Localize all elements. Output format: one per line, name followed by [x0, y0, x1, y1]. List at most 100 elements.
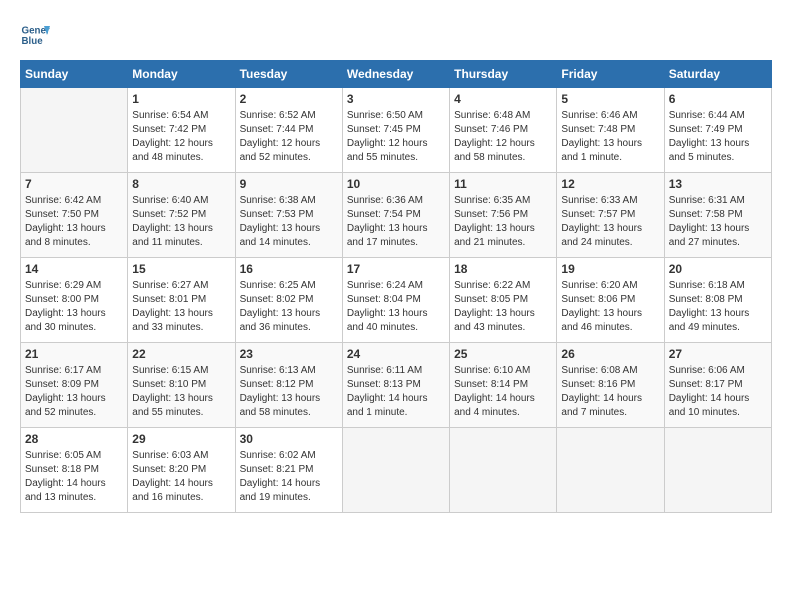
column-header-saturday: Saturday	[664, 61, 771, 88]
calendar-cell: 23Sunrise: 6:13 AM Sunset: 8:12 PM Dayli…	[235, 343, 342, 428]
day-info: Sunrise: 6:11 AM Sunset: 8:13 PM Dayligh…	[347, 364, 445, 420]
calendar-cell: 14 Sunrise: 6:29 AM Sunset: 8:00 PM Dayli…	[21, 258, 128, 343]
column-header-thursday: Thursday	[450, 61, 557, 88]
day-info: Sunrise: 6:24 AM Sunset: 8:04 PM Dayligh…	[347, 279, 445, 335]
day-info: Sunrise: 6:27 AM Sunset: 8:01 PM Dayligh…	[132, 279, 230, 335]
calendar-cell: 15 Sunrise: 6:27 AM Sunset: 8:01 PM Dayli…	[128, 258, 235, 343]
day-info: Sunrise: 6:22 AM Sunset: 8:05 PM Dayligh…	[454, 279, 552, 335]
column-header-tuesday: Tuesday	[235, 61, 342, 88]
day-number: 14	[25, 262, 123, 276]
day-info: Sunrise: 6:48 AM Sunset: 7:46 PM Dayligh…	[454, 109, 552, 165]
day-number: 17	[347, 262, 445, 276]
calendar-cell	[664, 428, 771, 513]
calendar-cell: 3Sunrise: 6:50 AM Sunset: 7:45 PM Daylig…	[342, 88, 449, 173]
day-info: Sunrise: 6:20 AM Sunset: 8:06 PM Dayligh…	[561, 279, 659, 335]
calendar-cell: 25Sunrise: 6:10 AM Sunset: 8:14 PM Dayli…	[450, 343, 557, 428]
calendar-cell	[450, 428, 557, 513]
day-info: Sunrise: 6:05 AM Sunset: 8:18 PM Dayligh…	[25, 449, 123, 505]
day-info: Sunrise: 6:03 AM Sunset: 8:20 PM Dayligh…	[132, 449, 230, 505]
day-number: 29	[132, 432, 230, 446]
calendar-cell: 1 Sunrise: 6:54 AM Sunset: 7:42 PM Daylig…	[128, 88, 235, 173]
calendar-cell: 21 Sunrise: 6:17 AM Sunset: 8:09 PM Dayli…	[21, 343, 128, 428]
day-info: Sunrise: 6:25 AM Sunset: 8:02 PM Dayligh…	[240, 279, 338, 335]
day-number: 24	[347, 347, 445, 361]
calendar-cell: 18 Sunrise: 6:22 AM Sunset: 8:05 PM Dayli…	[450, 258, 557, 343]
column-header-wednesday: Wednesday	[342, 61, 449, 88]
day-info: Sunrise: 6:17 AM Sunset: 8:09 PM Dayligh…	[25, 364, 123, 420]
day-number: 5	[561, 92, 659, 106]
calendar-cell: 26 Sunrise: 6:08 AM Sunset: 8:16 PM Dayli…	[557, 343, 664, 428]
calendar-cell: 9Sunrise: 6:38 AM Sunset: 7:53 PM Daylig…	[235, 173, 342, 258]
calendar-cell: 24 Sunrise: 6:11 AM Sunset: 8:13 PM Dayli…	[342, 343, 449, 428]
day-info: Sunrise: 6:46 AM Sunset: 7:48 PM Dayligh…	[561, 109, 659, 165]
calendar-cell: 12 Sunrise: 6:33 AM Sunset: 7:57 PM Dayli…	[557, 173, 664, 258]
day-info: Sunrise: 6:44 AM Sunset: 7:49 PM Dayligh…	[669, 109, 767, 165]
day-number: 1	[132, 92, 230, 106]
day-number: 25	[454, 347, 552, 361]
page-header: General Blue	[20, 20, 772, 50]
day-number: 27	[669, 347, 767, 361]
day-info: Sunrise: 6:54 AM Sunset: 7:42 PM Dayligh…	[132, 109, 230, 165]
day-info: Sunrise: 6:18 AM Sunset: 8:08 PM Dayligh…	[669, 279, 767, 335]
day-info: Sunrise: 6:31 AM Sunset: 7:58 PM Dayligh…	[669, 194, 767, 250]
logo: General Blue	[20, 20, 50, 50]
day-number: 3	[347, 92, 445, 106]
calendar-cell: 10 Sunrise: 6:36 AM Sunset: 7:54 PM Dayli…	[342, 173, 449, 258]
day-number: 15	[132, 262, 230, 276]
calendar-cell: 7Sunrise: 6:42 AM Sunset: 7:50 PM Daylig…	[21, 173, 128, 258]
calendar-cell	[557, 428, 664, 513]
week-row-3: 14 Sunrise: 6:29 AM Sunset: 8:00 PM Dayli…	[21, 258, 772, 343]
week-row-5: 28 Sunrise: 6:05 AM Sunset: 8:18 PM Dayli…	[21, 428, 772, 513]
calendar-cell: 20 Sunrise: 6:18 AM Sunset: 8:08 PM Dayli…	[664, 258, 771, 343]
day-number: 16	[240, 262, 338, 276]
calendar-cell: 13 Sunrise: 6:31 AM Sunset: 7:58 PM Dayli…	[664, 173, 771, 258]
logo-icon: General Blue	[20, 20, 50, 50]
day-info: Sunrise: 6:33 AM Sunset: 7:57 PM Dayligh…	[561, 194, 659, 250]
column-header-sunday: Sunday	[21, 61, 128, 88]
column-header-monday: Monday	[128, 61, 235, 88]
day-number: 28	[25, 432, 123, 446]
calendar-cell: 30 Sunrise: 6:02 AM Sunset: 8:21 PM Dayli…	[235, 428, 342, 513]
day-number: 2	[240, 92, 338, 106]
week-row-4: 21 Sunrise: 6:17 AM Sunset: 8:09 PM Dayli…	[21, 343, 772, 428]
day-number: 30	[240, 432, 338, 446]
day-info: Sunrise: 6:35 AM Sunset: 7:56 PM Dayligh…	[454, 194, 552, 250]
day-number: 26	[561, 347, 659, 361]
calendar-cell: 8Sunrise: 6:40 AM Sunset: 7:52 PM Daylig…	[128, 173, 235, 258]
calendar-table: SundayMondayTuesdayWednesdayThursdayFrid…	[20, 60, 772, 513]
day-info: Sunrise: 6:38 AM Sunset: 7:53 PM Dayligh…	[240, 194, 338, 250]
day-info: Sunrise: 6:06 AM Sunset: 8:17 PM Dayligh…	[669, 364, 767, 420]
day-number: 21	[25, 347, 123, 361]
day-info: Sunrise: 6:15 AM Sunset: 8:10 PM Dayligh…	[132, 364, 230, 420]
day-number: 20	[669, 262, 767, 276]
calendar-header-row: SundayMondayTuesdayWednesdayThursdayFrid…	[21, 61, 772, 88]
day-number: 18	[454, 262, 552, 276]
day-number: 10	[347, 177, 445, 191]
day-info: Sunrise: 6:02 AM Sunset: 8:21 PM Dayligh…	[240, 449, 338, 505]
calendar-cell: 27 Sunrise: 6:06 AM Sunset: 8:17 PM Dayli…	[664, 343, 771, 428]
day-number: 19	[561, 262, 659, 276]
calendar-cell	[342, 428, 449, 513]
svg-text:Blue: Blue	[22, 36, 44, 47]
day-info: Sunrise: 6:08 AM Sunset: 8:16 PM Dayligh…	[561, 364, 659, 420]
day-info: Sunrise: 6:52 AM Sunset: 7:44 PM Dayligh…	[240, 109, 338, 165]
calendar-cell: 11 Sunrise: 6:35 AM Sunset: 7:56 PM Dayli…	[450, 173, 557, 258]
calendar-cell: 22Sunrise: 6:15 AM Sunset: 8:10 PM Dayli…	[128, 343, 235, 428]
calendar-cell: 16 Sunrise: 6:25 AM Sunset: 8:02 PM Dayli…	[235, 258, 342, 343]
calendar-cell: 6 Sunrise: 6:44 AM Sunset: 7:49 PM Daylig…	[664, 88, 771, 173]
calendar-cell: 29 Sunrise: 6:03 AM Sunset: 8:20 PM Dayli…	[128, 428, 235, 513]
day-info: Sunrise: 6:36 AM Sunset: 7:54 PM Dayligh…	[347, 194, 445, 250]
week-row-2: 7Sunrise: 6:42 AM Sunset: 7:50 PM Daylig…	[21, 173, 772, 258]
calendar-cell: 19 Sunrise: 6:20 AM Sunset: 8:06 PM Dayli…	[557, 258, 664, 343]
day-number: 4	[454, 92, 552, 106]
calendar-cell: 5 Sunrise: 6:46 AM Sunset: 7:48 PM Daylig…	[557, 88, 664, 173]
column-header-friday: Friday	[557, 61, 664, 88]
day-number: 13	[669, 177, 767, 191]
day-number: 11	[454, 177, 552, 191]
day-number: 23	[240, 347, 338, 361]
day-info: Sunrise: 6:29 AM Sunset: 8:00 PM Dayligh…	[25, 279, 123, 335]
day-number: 6	[669, 92, 767, 106]
day-number: 12	[561, 177, 659, 191]
day-number: 8	[132, 177, 230, 191]
calendar-cell: 2 Sunrise: 6:52 AM Sunset: 7:44 PM Daylig…	[235, 88, 342, 173]
